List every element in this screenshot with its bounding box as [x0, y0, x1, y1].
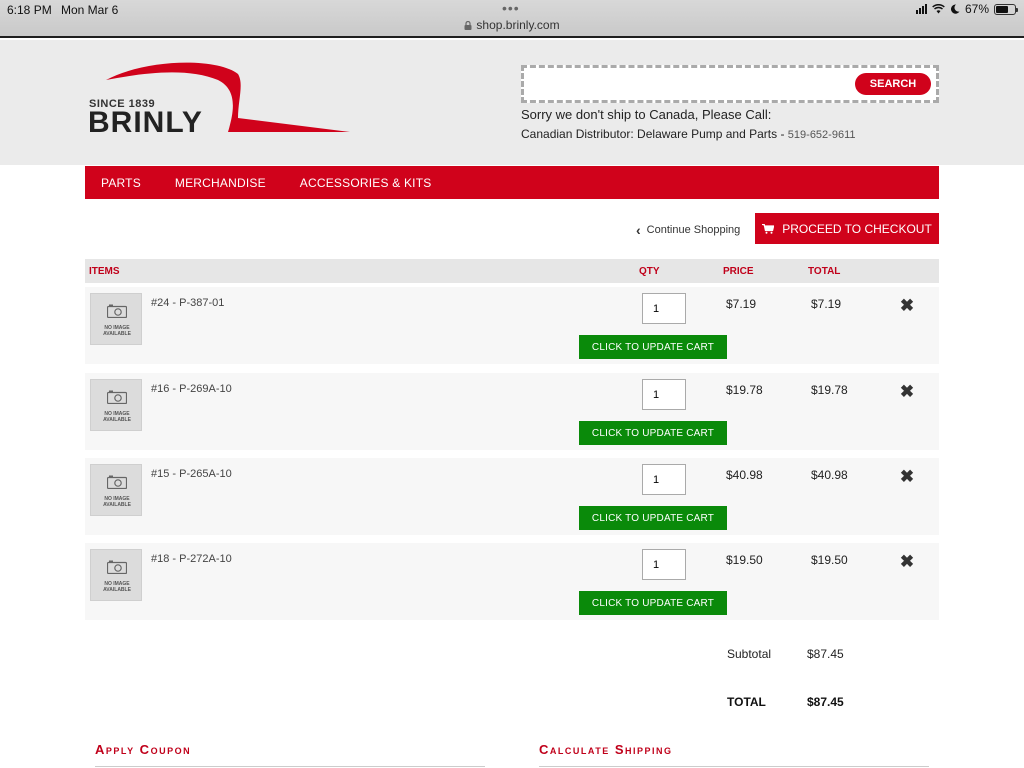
update-cart-button[interactable]: CLICK TO UPDATE CART	[579, 335, 727, 359]
status-time: 6:18 PM	[7, 3, 52, 17]
product-name[interactable]: #24 - P-387-01	[151, 297, 224, 309]
checkout-label: PROCEED TO CHECKOUT	[782, 221, 932, 236]
logo-brand: BRINLY	[88, 106, 203, 139]
item-price: $40.98	[726, 468, 763, 482]
apply-coupon-heading[interactable]: Apply Coupon	[95, 742, 191, 757]
distributor-text: Canadian Distributor: Delaware Pump and …	[521, 127, 788, 141]
battery-icon	[994, 3, 1018, 15]
no-image-text: NO IMAGE AVAILABLE	[103, 496, 131, 508]
update-cart-button[interactable]: CLICK TO UPDATE CART	[579, 421, 727, 445]
product-image: NO IMAGE AVAILABLE	[90, 379, 142, 431]
col-price: PRICE	[723, 266, 754, 277]
col-qty: QTY	[639, 266, 660, 277]
cart-row: NO IMAGEAVAILABLE #15 - P-265A-10 CLICK …	[85, 458, 939, 535]
shipping-divider	[539, 766, 929, 767]
address-bar[interactable]: shop.brinly.com	[0, 18, 1024, 32]
status-indicators: 67%	[915, 2, 1018, 16]
item-price: $19.78	[726, 383, 763, 397]
remove-item-icon[interactable]: ✖	[897, 467, 917, 487]
product-name[interactable]: #18 - P-272A-10	[151, 553, 232, 565]
search-button[interactable]: SEARCH	[855, 73, 931, 95]
quantity-input[interactable]	[642, 464, 686, 495]
quantity-input[interactable]	[642, 549, 686, 580]
total-label: TOTAL	[727, 695, 766, 709]
status-date: Mon Mar 6	[61, 3, 119, 17]
distributor-phone[interactable]: 519-652-9611	[788, 129, 856, 141]
item-price: $7.19	[726, 297, 757, 311]
remove-item-icon[interactable]: ✖	[897, 382, 917, 402]
item-total: $7.19	[811, 297, 842, 311]
tab-dots[interactable]: •••	[502, 0, 520, 16]
wifi-icon	[932, 4, 945, 14]
camera-icon	[107, 304, 127, 318]
search-input[interactable]	[528, 72, 850, 96]
battery-percent: 67%	[964, 2, 989, 16]
quantity-input[interactable]	[642, 293, 686, 324]
chevron-left-icon: ‹	[636, 222, 641, 238]
item-total: $40.98	[811, 468, 848, 482]
product-name[interactable]: #15 - P-265A-10	[151, 468, 232, 480]
search-box: SEARCH	[521, 65, 939, 103]
nav-item-parts[interactable]: PARTS	[101, 176, 141, 190]
moon-icon	[950, 4, 960, 14]
url-text: shop.brinly.com	[476, 18, 560, 32]
camera-icon	[107, 390, 127, 404]
subtotal-value: $87.45	[807, 647, 844, 661]
signal-icon	[915, 4, 927, 14]
no-image-text: NO IMAGE AVAILABLE	[103, 325, 131, 337]
no-image-text: NO IMAGE AVAILABLE	[103, 581, 131, 593]
col-total: TOTAL	[808, 266, 841, 277]
remove-item-icon[interactable]: ✖	[897, 552, 917, 572]
product-image: NO IMAGE AVAILABLE	[90, 293, 142, 345]
nav-item-accessories-kits[interactable]: ACCESSORIES & KITS	[300, 176, 432, 190]
nav-item-merchandise[interactable]: MERCHANDISE	[175, 176, 266, 190]
browser-status-bar: 6:18 PM Mon Mar 6 ••• shop.brinly.com 67…	[0, 0, 1024, 38]
continue-shopping-label: Continue Shopping	[646, 224, 741, 236]
cart-row: NO IMAGEAVAILABLE #16 - P-269A-10 CLICK …	[85, 373, 939, 450]
coupon-divider	[95, 766, 485, 767]
camera-icon	[107, 475, 127, 489]
camera-icon	[107, 560, 127, 574]
continue-shopping-link[interactable]: ‹ Continue Shopping	[636, 222, 740, 238]
no-image-text: NO IMAGE AVAILABLE	[103, 411, 131, 423]
quantity-input[interactable]	[642, 379, 686, 410]
update-cart-button[interactable]: CLICK TO UPDATE CART	[579, 506, 727, 530]
cart-table-header: ITEMS QTY PRICE TOTAL	[85, 259, 939, 283]
brinly-logo[interactable]: SINCE 1839 BRINLY	[88, 60, 353, 139]
product-image: NO IMAGE AVAILABLE	[90, 549, 142, 601]
distributor-notice: Canadian Distributor: Delaware Pump and …	[521, 127, 855, 141]
item-total: $19.78	[811, 383, 848, 397]
total-value: $87.45	[807, 695, 844, 709]
product-name[interactable]: #16 - P-269A-10	[151, 383, 232, 395]
proceed-to-checkout-button[interactable]: PROCEED TO CHECKOUT	[755, 213, 939, 244]
subtotal-label: Subtotal	[727, 647, 772, 661]
calculate-shipping-heading[interactable]: Calculate Shipping	[539, 742, 673, 757]
lock-icon	[464, 21, 472, 30]
shipping-notice: Sorry we don't ship to Canada, Please Ca…	[521, 107, 772, 122]
remove-item-icon[interactable]: ✖	[897, 296, 917, 316]
product-image: NO IMAGE AVAILABLE	[90, 464, 142, 516]
item-price: $19.50	[726, 553, 763, 567]
update-cart-button[interactable]: CLICK TO UPDATE CART	[579, 591, 727, 615]
cart-row: NO IMAGEAVAILABLE #24 - P-387-01 CLICK T…	[85, 287, 939, 364]
main-nav: PARTS MERCHANDISE ACCESSORIES & KITS	[85, 166, 939, 199]
col-items: ITEMS	[89, 266, 120, 277]
item-total: $19.50	[811, 553, 848, 567]
cart-icon	[762, 223, 775, 234]
cart-row: NO IMAGEAVAILABLE #18 - P-272A-10 CLICK …	[85, 543, 939, 620]
